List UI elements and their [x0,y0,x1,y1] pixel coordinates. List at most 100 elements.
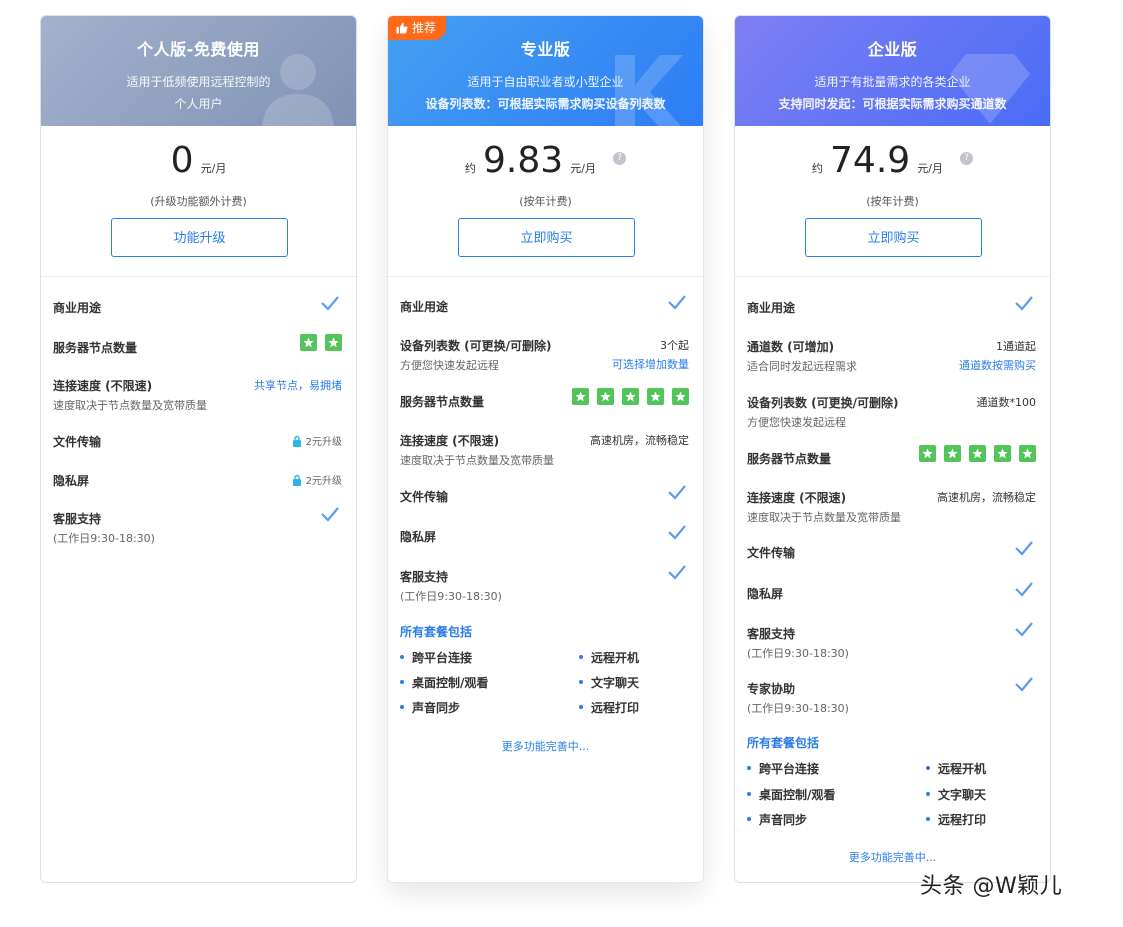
plan-subtitle: 适用于低频使用远程控制的 个人用户 [126,75,271,111]
feature-speed: 连接速度 (不限速) 速度取决于节点数量及宽带质量 共享节点，易拥堵 [53,377,342,412]
plan-header-personal: 个人版-免费使用 适用于低频使用远程控制的 个人用户 [41,16,356,126]
more-features-link[interactable]: 更多功能完善中... [388,738,703,754]
star-icon [597,388,614,405]
feature-transfer: 文件传输 [747,541,1036,561]
upgrade-price[interactable]: 2元升级 [292,472,342,487]
lock-icon [292,435,301,447]
node-stars [919,445,1036,462]
included-item: 跨平台连接 [747,760,819,777]
feature-support: 客服支持 (工作日9:30-18:30) [400,565,689,604]
check-icon [1015,541,1033,556]
star-icon [647,388,664,405]
included-item: 桌面控制/观看 [747,786,835,803]
thumbs-up-icon [396,22,408,34]
plan-header-pro: 推荐 专业版 适用于自由职业者或小型企业 设备列表数：可根据实际需求购买设备列表… [388,16,703,126]
price-unit: 元/月 [570,162,596,175]
price-display: 约 74.9 元/月 ? [735,140,1050,181]
price-unit: 元/月 [917,162,943,175]
price-section: 约 9.83 元/月 ? (按年计费) 立即购买 [388,126,703,277]
feature-nodes: 服务器节点数量 [53,334,342,356]
check-icon [321,507,339,522]
star-icon [969,445,986,462]
price-value: 9.83 [483,140,564,181]
included-item: 远程开机 [926,760,986,777]
price-approx: 约 [464,162,476,175]
included-title: 所有套餐包括 [747,736,820,750]
help-icon[interactable]: ? [613,152,627,165]
feature-transfer: 文件传输 2元升级 [53,433,342,449]
star-icon [919,445,936,462]
node-stars [300,334,342,351]
included-item: 跨平台连接 [400,649,472,666]
plan-title: 个人版-免费使用 [137,40,260,59]
more-features-link[interactable]: 更多功能完善中... [735,849,1050,865]
star-icon [325,334,342,351]
feature-nodes: 服务器节点数量 [747,445,1036,467]
included-item: 文字聊天 [926,786,986,803]
included-item: 远程开机 [579,649,639,666]
check-icon [1015,677,1033,692]
included-title: 所有套餐包括 [400,625,473,639]
node-stars [572,388,689,405]
included-item: 声音同步 [400,699,460,716]
feature-support: 客服支持 (工作日9:30-18:30) [747,622,1036,661]
check-icon [1015,622,1033,637]
feature-devices: 设备列表数 (可更换/可删除) 方便您快速发起远程 通道数*100 [747,396,1037,429]
feature-transfer: 文件传输 [400,485,689,505]
plan-header-enterprise: 企业版 适用于有批量需求的各类企业 支持同时发起：可根据实际需求购买通道数 [735,16,1050,126]
star-icon [572,388,589,405]
watermark: 头条 @W颖儿 [920,874,1063,899]
plan-subtitle: 适用于自由职业者或小型企业 设备列表数：可根据实际需求购买设备列表数 [425,75,666,111]
billing-note: (按年计费) [866,195,919,208]
included-item: 桌面控制/观看 [400,674,488,691]
feature-commercial: 商业用途 [747,296,1036,316]
check-icon [321,296,339,311]
price-unit: 元/月 [200,162,227,175]
feature-devices: 设备列表数 (可更换/可删除) 方便您快速发起远程 3个起 可选择增加数量 [400,339,689,372]
included-item: 远程打印 [579,699,639,716]
lock-icon [292,474,301,486]
billing-note: (升级功能额外计费) [150,195,247,208]
plan-card-pro: 推荐 专业版 适用于自由职业者或小型企业 设备列表数：可根据实际需求购买设备列表… [387,15,704,883]
add-devices-link[interactable]: 可选择增加数量 [612,356,689,372]
price-display: 0 元/月 [41,140,356,181]
billing-note: (按年计费) [519,195,572,208]
upgrade-price[interactable]: 2元升级 [292,433,342,448]
star-icon [300,334,317,351]
devices-value: 3个起 [660,339,689,352]
speed-value-link[interactable]: 共享节点，易拥堵 [254,377,342,393]
speed-value: 高速机房，流畅稳定 [590,434,689,447]
speed-value: 高速机房，流畅稳定 [937,491,1036,504]
buy-now-button[interactable]: 立即购买 [805,218,982,257]
feature-commercial: 商业用途 [400,295,689,315]
price-display: 约 9.83 元/月 ? [388,140,703,181]
plan-title: 企业版 [867,40,918,59]
upgrade-button[interactable]: 功能升级 [111,218,288,257]
star-icon [1019,445,1036,462]
devices-value: 通道数*100 [976,396,1037,409]
plan-title: 专业版 [520,40,571,59]
star-icon [994,445,1011,462]
included-item: 文字聊天 [579,674,639,691]
price-section: 约 74.9 元/月 ? (按年计费) 立即购买 [735,126,1050,277]
feature-speed: 连接速度 (不限速) 速度取决于节点数量及宽带质量 高速机房，流畅稳定 [747,491,1036,524]
price-value: 74.9 [830,140,911,181]
price-value: 0 [170,140,194,181]
feature-channels: 通道数 (可增加) 适合同时发起远程需求 1通道起 通道数按需购买 [747,340,1036,373]
star-icon [622,388,639,405]
buy-channels-link[interactable]: 通道数按需购买 [959,357,1036,373]
check-icon [668,525,686,540]
feature-privacy: 隐私屏 2元升级 [53,472,342,488]
plan-card-enterprise: 企业版 适用于有批量需求的各类企业 支持同时发起：可根据实际需求购买通道数 约 … [734,15,1051,883]
check-icon [668,485,686,500]
included-item: 远程打印 [926,811,986,828]
feature-speed: 连接速度 (不限速) 速度取决于节点数量及宽带质量 高速机房，流畅稳定 [400,434,689,467]
check-icon [668,565,686,580]
feature-commercial: 商业用途 [53,296,342,316]
feature-expert: 专家协助 (工作日9:30-18:30) [747,677,1036,716]
check-icon [1015,582,1033,597]
star-icon [672,388,689,405]
feature-support: 客服支持 (工作日9:30-18:30) [53,507,342,546]
help-icon[interactable]: ? [960,152,974,165]
buy-now-button[interactable]: 立即购买 [458,218,635,257]
